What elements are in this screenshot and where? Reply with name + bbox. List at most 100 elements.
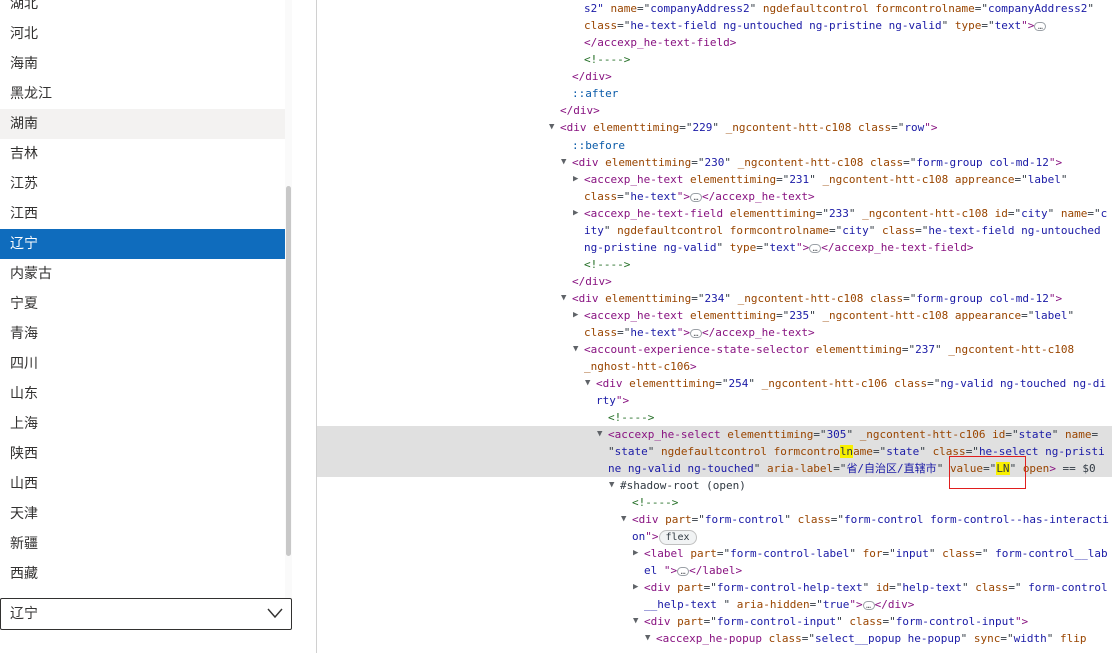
dom-tree-line[interactable]: el ">… </label>	[317, 562, 1112, 579]
option-item[interactable]: 上海	[0, 409, 285, 439]
option-item[interactable]: 辽宁	[0, 229, 285, 259]
code-token: "	[1067, 309, 1075, 322]
option-item[interactable]: 四川	[0, 349, 285, 379]
code-token: _nghost-htt-c106	[584, 360, 690, 373]
dom-tree-line[interactable]: class="he-text">… </accexp_he-text>	[317, 324, 1112, 341]
dom-tree-line[interactable]: <!---->	[317, 256, 1112, 273]
option-item[interactable]: 山东	[0, 379, 285, 409]
expand-right-icon[interactable]: ▶	[633, 579, 638, 596]
code-token: ">	[645, 530, 659, 543]
dom-tree-line[interactable]: _nghost-htt-c106>	[317, 358, 1112, 375]
dom-tree-line[interactable]: ::after	[317, 85, 1112, 102]
dom-tree-line[interactable]: </div>	[317, 273, 1112, 290]
code-token: input	[895, 547, 929, 560]
expand-down-icon[interactable]: ▼	[621, 511, 626, 528]
state-options-list[interactable]: 湖北 河北 海南 黑龙江 湖南 吉林 江苏 江西 辽宁 内蒙古 宁夏 青海 四川 山东 上海 陕西 山西 天津 新疆…	[0, 0, 286, 598]
expand-down-icon[interactable]: ▼	[549, 119, 554, 136]
dom-tree-line[interactable]: ▼ <accexp_he-select elementtiming="305" _…	[317, 426, 1112, 443]
option-item[interactable]: 吉林	[0, 139, 285, 169]
code-token: "	[809, 173, 823, 186]
dom-tree-line[interactable]: </accexp_he-text-field>	[317, 34, 1112, 51]
expand-right-icon[interactable]: ▶	[573, 307, 578, 324]
ellipsis-icon[interactable]: …	[677, 566, 690, 576]
code-token: class	[584, 326, 618, 339]
option-item[interactable]: 湖北	[0, 0, 285, 19]
expand-down-icon[interactable]: ▼	[597, 426, 602, 443]
dom-tree-line[interactable]: ▶ <div part="form-control-help-text" id="…	[317, 579, 1112, 596]
ellipsis-icon[interactable]: …	[689, 192, 702, 202]
option-item[interactable]: 陕西	[0, 439, 285, 469]
scrollbar-thumb[interactable]	[286, 186, 291, 556]
option-item[interactable]: 青海	[0, 319, 285, 349]
dom-tree-line[interactable]: ▶ <label part="form-control-label" for="i…	[317, 545, 1112, 562]
dom-tree-line[interactable]: ::before	[317, 137, 1112, 154]
dom-tree-line[interactable]: ▼ <div part="form-control" class="form-co…	[317, 511, 1112, 528]
ellipsis-icon[interactable]: …	[862, 600, 875, 610]
option-item[interactable]: 河北	[0, 19, 285, 49]
dom-tree-line[interactable]: ▼ <div elementtiming="230" _ngcontent-htt…	[317, 154, 1112, 171]
option-item[interactable]: 山西	[0, 469, 285, 499]
expand-down-icon[interactable]: ▼	[609, 477, 614, 494]
devtools-elements-tree: ··· s2" name="companyAddress2" ngdefault…	[317, 0, 1112, 653]
dom-tree-line[interactable]: ▼ <account-experience-state-selector elem…	[317, 341, 1112, 358]
expand-right-icon[interactable]: ▶	[633, 545, 638, 562]
dom-tree-line[interactable]: ▼ <accexp_he-popup class="select__popup h…	[317, 630, 1112, 647]
dom-tree-line[interactable]: class="he-text-field ng-untouched ng-pri…	[317, 17, 1112, 34]
code-token: _ngcontent-htt-c108 appreance	[822, 173, 1015, 186]
dom-tree-line[interactable]: ng-pristine ng-valid" type="text">… </acc…	[317, 239, 1112, 256]
option-item[interactable]: 海南	[0, 49, 285, 79]
code-token: state	[1018, 428, 1052, 441]
expand-down-icon[interactable]: ▼	[645, 630, 650, 647]
code-token: ="	[1087, 207, 1101, 220]
dom-tree-line[interactable]: s2" name="companyAddress2" ngdefaultcont…	[317, 0, 1112, 17]
option-item[interactable]: 黑龙江	[0, 79, 285, 109]
expand-down-icon[interactable]: ▼	[633, 613, 638, 630]
dom-tree-line[interactable]: <!---->	[317, 409, 1112, 426]
dom-tree-line[interactable]: ▶ <accexp_he-text elementtiming="235" _ng…	[317, 307, 1112, 324]
expand-right-icon[interactable]: ▶	[573, 171, 578, 188]
dom-tree-line[interactable]: ▶ <accexp_he-text elementtiming="231" _ng…	[317, 171, 1112, 188]
dom-tree-line[interactable]: on"> flex	[317, 528, 1112, 545]
code-token: ame	[853, 445, 873, 458]
option-item[interactable]: 宁夏	[0, 289, 285, 319]
dom-tree-line[interactable]: rty">	[317, 392, 1112, 409]
expand-down-icon[interactable]: ▼	[561, 290, 566, 307]
expand-right-icon[interactable]: ▶	[573, 205, 578, 222]
dom-tree-line[interactable]: ity" ngdefaultcontrol formcontrolname="c…	[317, 222, 1112, 239]
ellipsis-icon[interactable]: …	[689, 328, 702, 338]
ellipsis-icon[interactable]: …	[1034, 21, 1047, 31]
option-item[interactable]: 内蒙古	[0, 259, 285, 289]
option-item[interactable]: 江西	[0, 199, 285, 229]
code-token: ="	[691, 156, 705, 169]
option-item[interactable]: 西藏	[0, 559, 285, 589]
code-token: s2"	[584, 2, 611, 15]
dom-tree-line[interactable]: class="he-text">… </accexp_he-text>	[317, 188, 1112, 205]
expand-down-icon[interactable]: ▼	[573, 341, 578, 358]
dom-tree-line[interactable]: __help-text " aria-hidden="true">… </div>	[317, 596, 1112, 613]
code-token: _ngcontent-htt-c108 class	[737, 292, 904, 305]
dom-tree-line[interactable]: ▼ <div part="form-control-input" class="f…	[317, 613, 1112, 630]
flex-badge[interactable]: flex	[658, 530, 697, 545]
dom-tree-line[interactable]: <!---->	[317, 494, 1112, 511]
option-item[interactable]: 江苏	[0, 169, 285, 199]
code-token: ="	[716, 547, 731, 560]
code-token: "	[712, 121, 726, 134]
dom-tree-line[interactable]: <!---->	[317, 51, 1112, 68]
code-token: <div	[572, 156, 606, 169]
code-token: ="	[691, 292, 705, 305]
dom-tree-line[interactable]: </div>	[317, 68, 1112, 85]
option-item[interactable]: 新疆	[0, 529, 285, 559]
dom-tree-line[interactable]: ▼ <div elementtiming="234" _ngcontent-htt…	[317, 290, 1112, 307]
dom-tree-line[interactable]: ▼ <div elementtiming="254" _ngcontent-htt…	[317, 375, 1112, 392]
expand-down-icon[interactable]: ▼	[585, 375, 590, 392]
dom-tree-line[interactable]: ▼ <div elementtiming="229" _ngcontent-htt…	[317, 119, 1112, 136]
state-select[interactable]: 辽宁	[0, 598, 292, 630]
dom-tree-line[interactable]: </div>	[317, 102, 1112, 119]
expand-down-icon[interactable]: ▼	[561, 154, 566, 171]
ellipsis-icon[interactable]: …	[809, 243, 822, 253]
option-item[interactable]: 天津	[0, 499, 285, 529]
options-scrollbar[interactable]	[285, 0, 292, 598]
code-token: "	[868, 224, 883, 237]
dom-tree-line[interactable]: ▶ <accexp_he-text-field elementtiming="23…	[317, 205, 1112, 222]
option-item[interactable]: 湖南	[0, 109, 285, 139]
